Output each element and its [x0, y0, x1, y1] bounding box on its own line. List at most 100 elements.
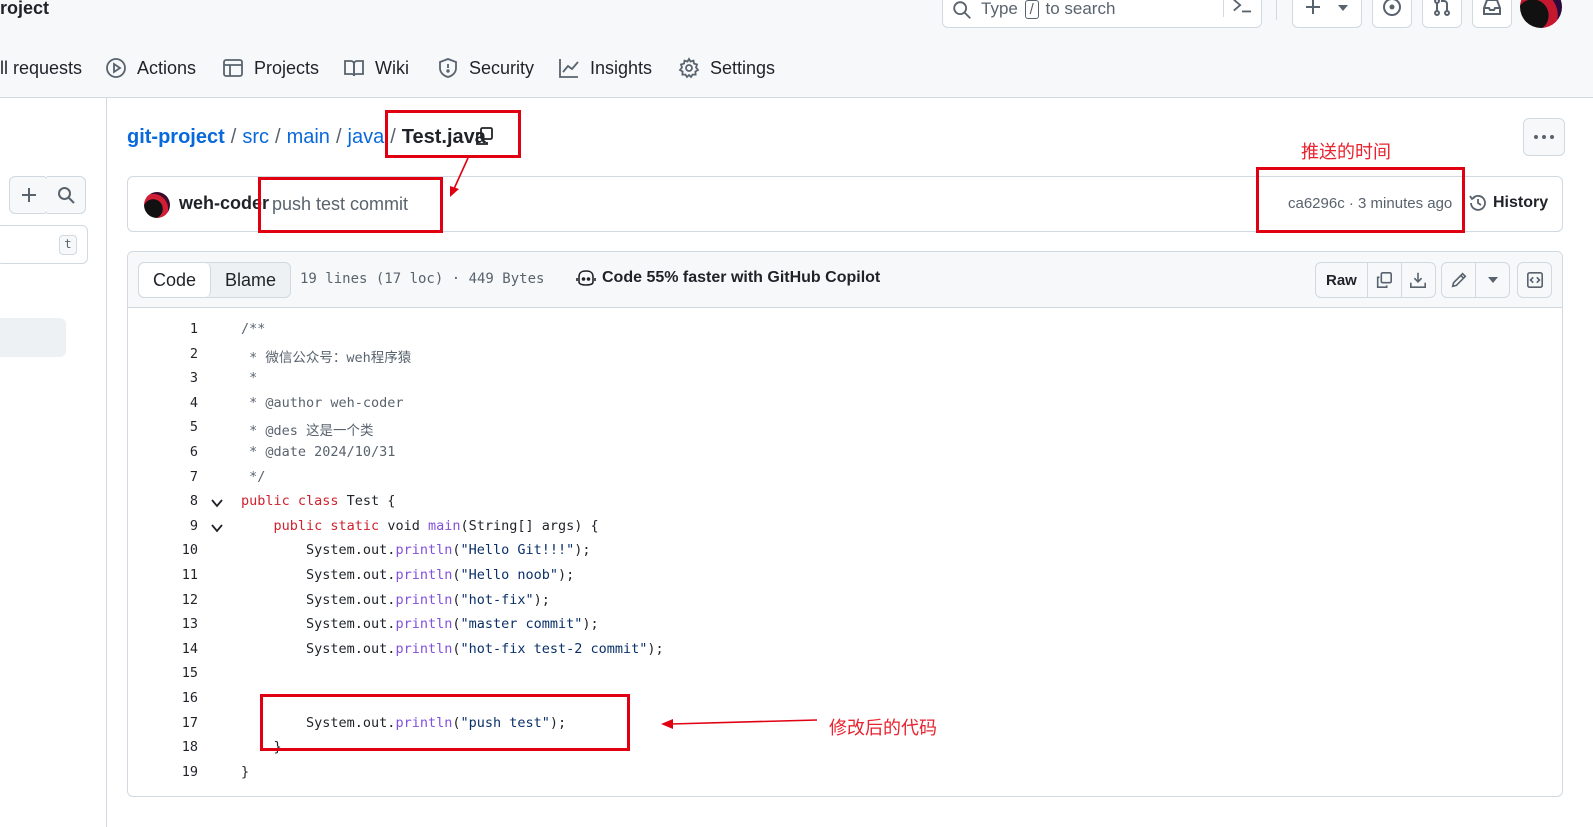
search-prefix: Type: [981, 0, 1018, 18]
tab-settings[interactable]: Settings: [678, 54, 775, 82]
user-avatar[interactable]: [1520, 0, 1562, 28]
pull-request-icon: [1434, 0, 1450, 16]
line-number[interactable]: 9: [158, 518, 198, 534]
table-icon: [223, 59, 243, 77]
code-text: System.out.println("hot-fix");: [241, 592, 550, 608]
code-tab[interactable]: Code: [139, 263, 212, 297]
symbols-panel-button[interactable]: [1518, 263, 1551, 297]
edit-options-button[interactable]: [1475, 263, 1509, 297]
line-number[interactable]: 11: [158, 567, 198, 583]
search-input[interactable]: Type / to search: [942, 0, 1262, 28]
edit-file-button[interactable]: [1442, 263, 1475, 297]
download-button[interactable]: [1400, 263, 1435, 297]
annotation-arrow-code: [661, 719, 818, 729]
breadcrumb-main[interactable]: main: [287, 126, 330, 148]
pull-requests-button[interactable]: [1422, 0, 1462, 28]
line-number[interactable]: 16: [158, 690, 198, 706]
tab-insights[interactable]: Insights: [558, 54, 652, 82]
code-line[interactable]: 3 *: [128, 367, 1562, 391]
code-line[interactable]: 2 * 微信公众号：weh程序猿: [128, 343, 1562, 367]
tab-wiki[interactable]: Wiki: [343, 54, 409, 82]
line-number[interactable]: 18: [158, 739, 198, 755]
annotation-push-time: 推送的时间: [1301, 142, 1391, 163]
code-line[interactable]: 13 System.out.println("master commit");: [128, 613, 1562, 637]
tab-pull-requests[interactable]: ll requests: [0, 54, 82, 82]
header-divider: [1276, 0, 1277, 20]
code-token: System.out.: [241, 591, 396, 608]
tab-security[interactable]: Security: [437, 54, 534, 82]
line-number[interactable]: 13: [158, 616, 198, 632]
code-token: * @author weh-coder: [241, 394, 404, 411]
code-text: System.out.println("master commit");: [241, 616, 599, 632]
line-number[interactable]: 1: [158, 321, 198, 337]
commit-author-avatar[interactable]: [144, 192, 170, 218]
repo-name[interactable]: roject: [0, 0, 49, 19]
code-token: "hot-fix": [460, 591, 534, 608]
fold-chevron-icon[interactable]: [210, 496, 224, 510]
code-token: );: [533, 591, 550, 608]
code-line[interactable]: 19}: [128, 761, 1562, 785]
line-number[interactable]: 15: [158, 665, 198, 681]
sidebar-divider: [106, 97, 107, 827]
command-palette-icon[interactable]: [1231, 0, 1253, 16]
code-line[interactable]: 14 System.out.println("hot-fix test-2 co…: [128, 638, 1562, 662]
breadcrumb-separator: /: [335, 126, 342, 148]
more-options-button[interactable]: [1523, 118, 1565, 156]
line-number[interactable]: 10: [158, 542, 198, 558]
line-number[interactable]: 4: [158, 395, 198, 411]
code-token: "Hello noob": [460, 567, 559, 583]
line-number[interactable]: 7: [158, 469, 198, 485]
raw-button[interactable]: Raw: [1316, 263, 1367, 297]
code-line[interactable]: 8 public class Test {: [128, 490, 1562, 514]
code-token: }: [241, 763, 250, 780]
download-icon: [1410, 272, 1427, 289]
file-tree-item-selected[interactable]: [0, 318, 66, 357]
line-number[interactable]: 12: [158, 592, 198, 608]
tab-actions[interactable]: Actions: [105, 54, 196, 82]
create-new-button[interactable]: [1292, 0, 1362, 28]
code-line[interactable]: 15: [128, 662, 1562, 686]
commit-author[interactable]: weh-coder: [179, 193, 269, 214]
code-token: println: [395, 640, 453, 657]
code-line[interactable]: 12 System.out.println("hot-fix");: [128, 589, 1562, 613]
line-number[interactable]: 19: [158, 764, 198, 780]
breadcrumb-src[interactable]: src: [242, 126, 269, 148]
line-number[interactable]: 5: [158, 419, 198, 435]
line-number[interactable]: 2: [158, 346, 198, 362]
line-number[interactable]: 17: [158, 715, 198, 731]
code-token: );: [582, 616, 599, 633]
copilot-link[interactable]: Code 55% faster with GitHub Copilot: [576, 269, 880, 287]
add-file-button[interactable]: [9, 176, 49, 214]
breadcrumb-repo[interactable]: git-project: [127, 126, 225, 148]
code-line[interactable]: 7 */: [128, 466, 1562, 490]
line-number[interactable]: 6: [158, 444, 198, 460]
issue-icon: [1383, 0, 1401, 16]
inbox-button[interactable]: [1472, 0, 1512, 28]
tab-projects[interactable]: Projects: [222, 54, 319, 82]
breadcrumb-java[interactable]: java: [348, 126, 385, 148]
code-line[interactable]: 10 System.out.println("Hello Git!!!");: [128, 539, 1562, 563]
code-text: *: [241, 370, 257, 386]
search-files-button[interactable]: [47, 176, 86, 214]
code-token: public static: [273, 517, 388, 534]
line-number[interactable]: 14: [158, 641, 198, 657]
code-text: */: [241, 469, 265, 485]
code-line[interactable]: 1 /**: [128, 318, 1562, 342]
code-line[interactable]: 11 System.out.println("Hello noob");: [128, 564, 1562, 588]
copy-raw-button[interactable]: [1366, 263, 1401, 297]
code-line[interactable]: 4 * @author weh-coder: [128, 392, 1562, 416]
code-token: System.out.: [241, 567, 396, 583]
code-line[interactable]: 9 public static void main(String[] args)…: [128, 515, 1562, 539]
code-token: System.out.: [241, 542, 396, 559]
code-line[interactable]: 6 * @date 2024/10/31: [128, 441, 1562, 465]
code-line[interactable]: 5 * @des 这是一个类: [128, 416, 1562, 440]
line-number[interactable]: 3: [158, 370, 198, 386]
history-button[interactable]: History: [1468, 193, 1548, 213]
go-to-file-input[interactable]: t: [0, 225, 88, 264]
blame-tab[interactable]: Blame: [211, 263, 290, 297]
line-number[interactable]: 8: [158, 493, 198, 509]
issues-button[interactable]: [1372, 0, 1412, 28]
fold-chevron-icon[interactable]: [210, 521, 224, 535]
code-token: * @date 2024/10/31: [241, 444, 396, 460]
